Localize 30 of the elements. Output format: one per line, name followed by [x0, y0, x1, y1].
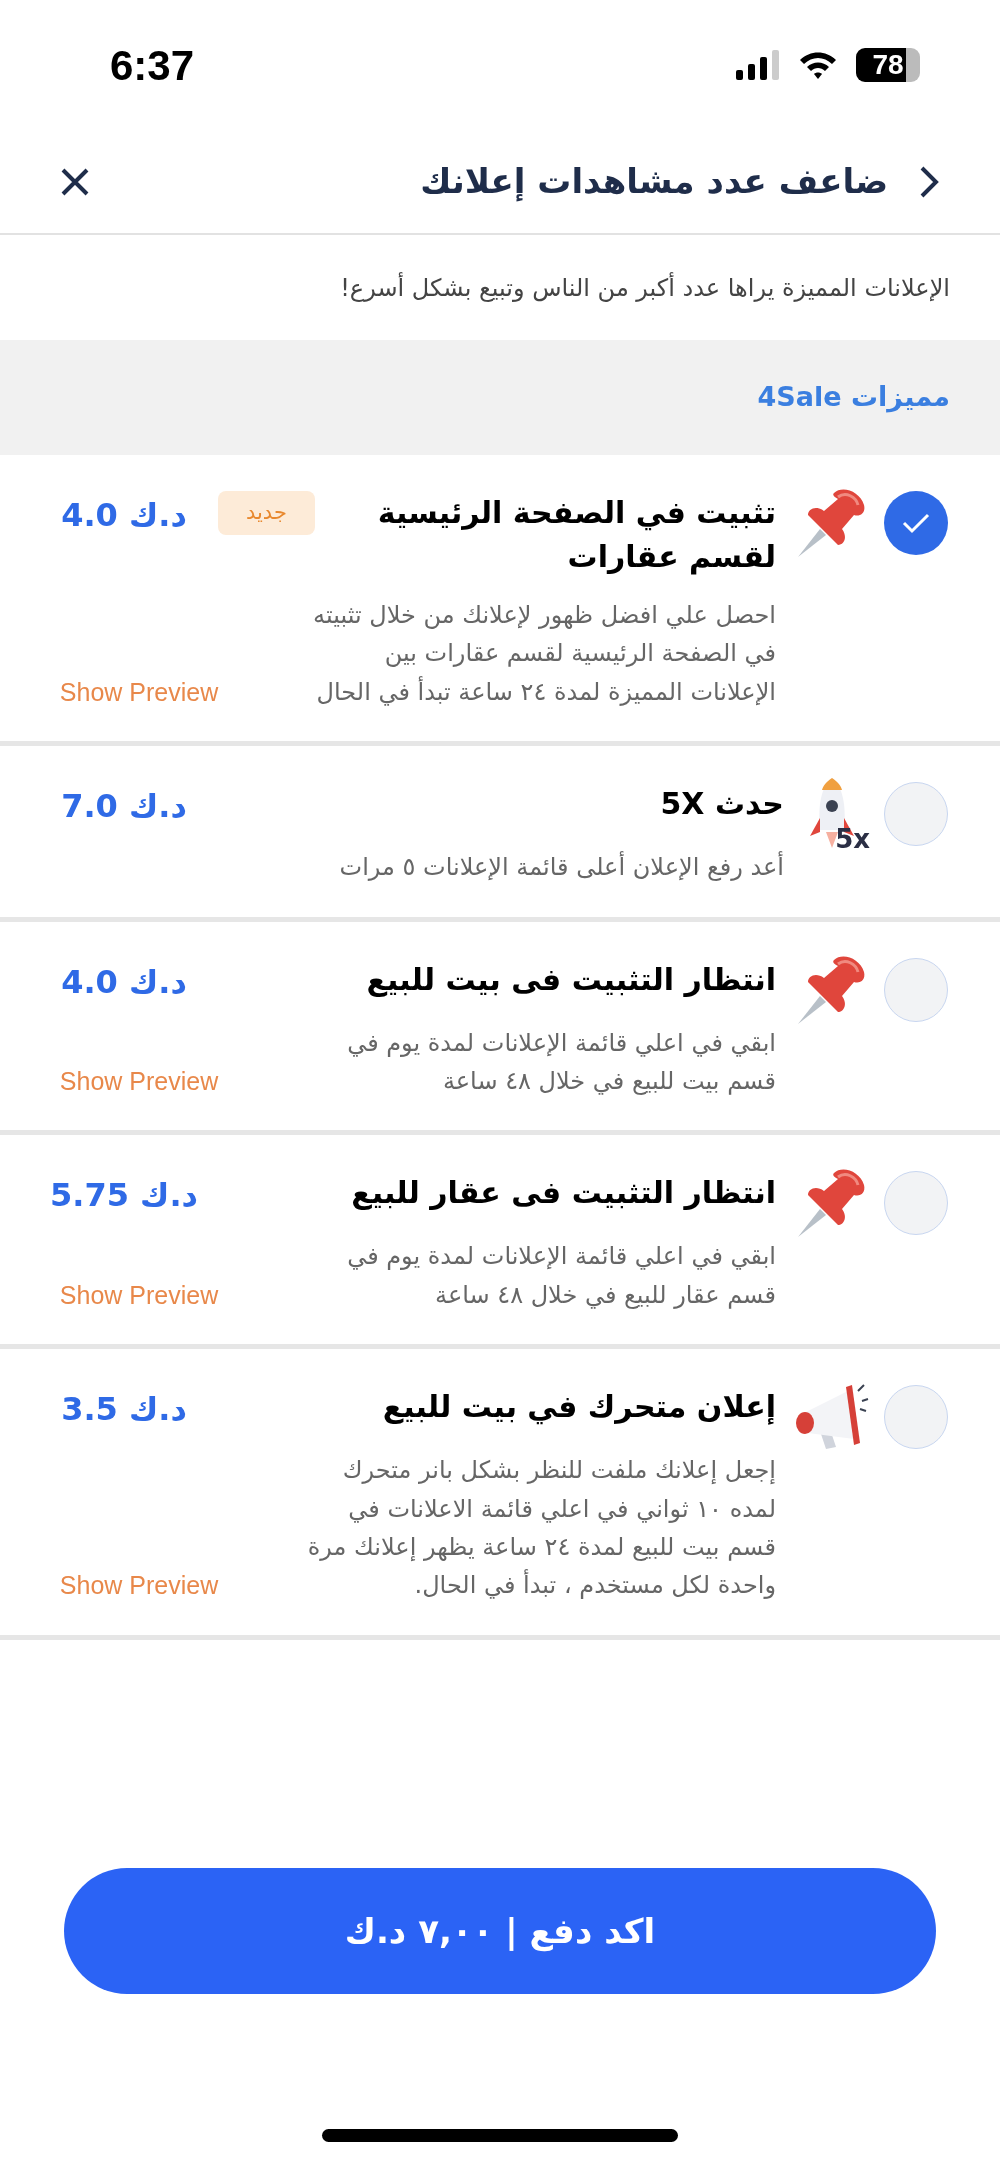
signal-icon — [736, 50, 780, 80]
status-time: 6:37 — [110, 40, 195, 91]
check-icon — [901, 511, 931, 535]
show-preview-link[interactable]: Show Preview — [44, 1567, 234, 1605]
option-price: 7.0 د.ك — [60, 786, 188, 828]
option-price: 5.75 د.ك — [49, 1175, 199, 1217]
option-description: إجعل إعلانك ملفت للنظر بشكل بانر متحرك لمده ١٠ ثواني في اعلي قائمة الاعلانات في قسم بيت للبيع لمدة ٢٤ ساعة يظهر إعلانك مرة واحدة لكل مستخدم ، تبدأ في الحال. — [306, 1455, 776, 1602]
subtitle-text: الإعلانات المميزة يراها عدد أكبر من الناس وتبيع بشكل أسرع! — [340, 271, 950, 304]
header-title: ضاعف عدد مشاهدات إعلانك — [420, 160, 888, 204]
option-price: 3.5 د.ك — [60, 1389, 188, 1431]
option-title: انتظار التثبيت فى عقار للبيع — [350, 1174, 776, 1213]
show-preview-link[interactable]: Show Preview — [44, 673, 234, 712]
option-description: أعد رفع الإعلان أعلى قائمة الإعلانات ٥ مرات — [338, 850, 784, 884]
option-price: 4.0 د.ك — [60, 961, 188, 1003]
option-title: انتظار التثبيت فى بيت للبيع — [365, 960, 776, 999]
option-title: تثبيت في الصفحة الرئيسية لقسم عقارات — [376, 494, 776, 577]
option-title: إعلان متحرك في بيت للبيع — [381, 1388, 776, 1427]
show-preview-link[interactable]: Show Preview — [44, 1062, 234, 1101]
option-description: احصل علي افضل ظهور لإعلانك من خلال تثبيته في الصفحة الرئيسية لقسم عقارات بين الإعلانات المميزة لمدة ٢٤ ساعة تبدأ في الحال — [312, 600, 776, 708]
option-title: حدث 5X — [659, 785, 784, 824]
close-icon[interactable] — [60, 166, 90, 197]
option-price: 4.0 د.ك — [60, 495, 188, 536]
section-header: مميزات 4Sale — [0, 340, 1000, 455]
show-preview-link[interactable]: Show Preview — [44, 1276, 234, 1315]
new-tag: جديد — [218, 491, 315, 535]
wifi-icon — [798, 50, 838, 80]
battery-indicator: 78 — [856, 48, 920, 82]
option-description: ابقي في اعلي قائمة الإعلانات لمدة يوم في قسم بيت للبيع في خلال ٤٨ ساعة — [346, 1027, 776, 1097]
confirm-payment-button[interactable]: اكد دفع | ٧,٠٠ د.ك — [64, 1868, 936, 1994]
option-description: ابقي في اعلي قائمة الإعلانات لمدة يوم في قسم عقار للبيع في خلال ٤٨ ساعة — [346, 1241, 776, 1311]
